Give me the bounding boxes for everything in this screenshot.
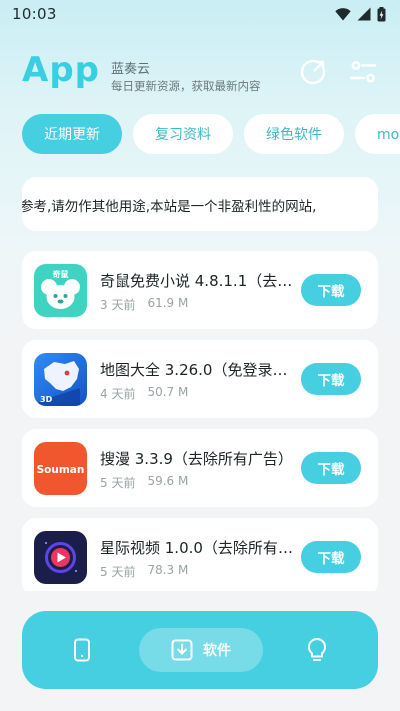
app-age: 5 天前 xyxy=(100,565,136,579)
phone-icon xyxy=(74,638,90,662)
app-age: 4 天前 xyxy=(100,387,136,401)
app-size: 50.7 M xyxy=(147,385,189,399)
notice-banner: 仅供参考,请勿作其他用途,本站是一个非盈利性的网站, xyxy=(22,177,378,231)
map-app-icon-text: 3D xyxy=(40,395,53,404)
download-button[interactable]: 下载 xyxy=(301,363,361,395)
list-item[interactable]: 星际视频 1.0.0（去除所有广告） 5 天前 78.3 M 下载 xyxy=(22,518,378,591)
bottom-nav: 软件 xyxy=(22,611,378,689)
list-item[interactable]: Souman 搜漫 3.3.9（去除所有广告） 5 天前 59.6 M 下载 xyxy=(22,429,378,507)
app-meta: 5 天前 59.6 M xyxy=(100,474,188,491)
tab-study-materials[interactable]: 复习资料 xyxy=(133,114,233,154)
download-button[interactable]: 下载 xyxy=(301,541,361,573)
battery-icon xyxy=(377,6,386,21)
app-title: 地图大全 3.26.0（免登录会员版） xyxy=(100,361,294,379)
app-list: 奇鼠 奇鼠免费小说 4.8.1.1（去除所有广告） 3 天前 61.9 M 下载 xyxy=(22,251,378,591)
souman-app-icon-text: Souman xyxy=(37,464,85,476)
app-logo: App xyxy=(22,50,100,90)
app-size: 59.6 M xyxy=(147,474,189,488)
nav-ideas[interactable] xyxy=(295,628,339,672)
download-box-icon xyxy=(171,639,193,661)
app-name: 蓝奏云 xyxy=(111,62,151,77)
notice-text: 仅供参考,请勿作其他用途,本站是一个非盈利性的网站, xyxy=(22,199,317,215)
lightbulb-icon xyxy=(307,637,327,661)
app-size: 61.9 M xyxy=(147,296,189,310)
nav-phone[interactable] xyxy=(60,628,104,672)
app-meta: 4 天前 50.7 M xyxy=(100,385,188,402)
header: App 蓝奏云 每日更新资源，获取最新内容 xyxy=(22,50,382,96)
filter-button[interactable] xyxy=(348,57,378,87)
app-meta: 3 天前 61.9 M xyxy=(100,296,188,313)
tab-mob-games[interactable]: mob游戏 xyxy=(355,114,400,154)
refresh-button[interactable] xyxy=(298,57,328,87)
nav-software-label: 软件 xyxy=(203,643,231,659)
list-item[interactable]: 奇鼠 奇鼠免费小说 4.8.1.1（去除所有广告） 3 天前 61.9 M 下载 xyxy=(22,251,378,329)
video-app-icon xyxy=(34,531,87,584)
map-app-icon: 3D xyxy=(34,353,87,406)
download-button[interactable]: 下载 xyxy=(301,274,361,306)
tab-recent-updates[interactable]: 近期更新 xyxy=(22,114,122,154)
download-button[interactable]: 下载 xyxy=(301,452,361,484)
app-title: 奇鼠免费小说 4.8.1.1（去除所有广告） xyxy=(100,272,294,290)
app-title: 搜漫 3.3.9（去除所有广告） xyxy=(100,450,293,468)
app-size: 78.3 M xyxy=(147,563,189,577)
tab-green-software[interactable]: 绿色软件 xyxy=(244,114,344,154)
app-description: 每日更新资源，获取最新内容 xyxy=(111,79,261,93)
filter-icon xyxy=(349,61,377,83)
wifi-icon xyxy=(335,7,351,20)
refresh-icon xyxy=(300,59,326,85)
app-title: 星际视频 1.0.0（去除所有广告） xyxy=(100,539,294,557)
mouse-app-icon-text: 奇鼠 xyxy=(53,269,69,279)
list-item[interactable]: 3D 地图大全 3.26.0（免登录会员版） 4 天前 50.7 M 下载 xyxy=(22,340,378,418)
status-time: 10:03 xyxy=(12,5,57,23)
status-bar: 10:03 xyxy=(0,0,400,28)
status-icons xyxy=(335,6,386,22)
app-age: 3 天前 xyxy=(100,298,136,312)
mouse-app-icon: 奇鼠 xyxy=(34,264,87,317)
app-screen: 10:03 App 蓝奏云 每日更新资源，获取最新内容 近期更新 复习资料 绿色… xyxy=(0,0,400,711)
souman-app-icon: Souman xyxy=(34,442,87,495)
category-tabs: 近期更新 复习资料 绿色软件 mob游戏 xyxy=(22,114,400,156)
nav-software[interactable]: 软件 xyxy=(139,628,263,672)
app-age: 5 天前 xyxy=(100,476,136,490)
app-meta: 5 天前 78.3 M xyxy=(100,563,188,580)
cellular-signal-icon xyxy=(357,7,371,21)
